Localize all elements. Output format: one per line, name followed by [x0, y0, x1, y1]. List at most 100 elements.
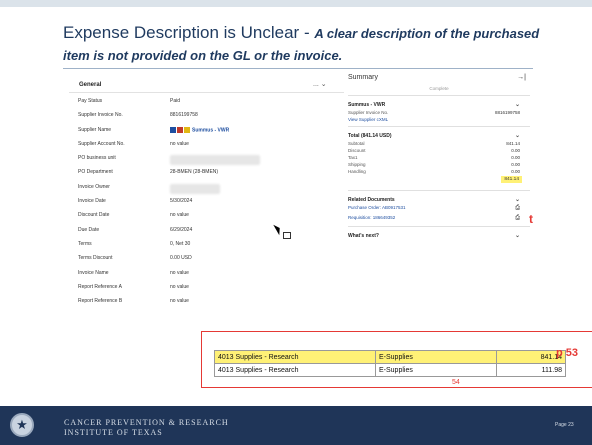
field-row: Discount Date no value: [78, 212, 348, 226]
supplier-section-title[interactable]: Summus - VWR ⌄: [348, 102, 530, 110]
footer-bar: ★ CANCER PREVENTION & RESEARCH INSTITUTE…: [0, 406, 592, 445]
field-row: Supplier Account No. no value: [78, 141, 348, 155]
collapse-panel-icon[interactable]: →|: [517, 74, 526, 81]
field-value: no value: [170, 298, 189, 305]
invoice-label: Supplier Invoice No.: [348, 110, 389, 115]
field-row: Invoice Name no value: [78, 270, 348, 284]
line-value: 841.14: [506, 141, 520, 146]
whats-next-title[interactable]: What's next? ⌄: [348, 233, 530, 241]
whats-next-label: What's next?: [348, 233, 379, 239]
table-row: 4013 Supplies - Research E-Supplies 841.…: [214, 350, 566, 364]
chevron-down-icon[interactable]: ⌄: [515, 132, 520, 139]
slide-title: Expense Description is Unclear - A clear…: [63, 22, 563, 66]
redacted-value: [170, 183, 220, 194]
summary-divider: [348, 190, 530, 191]
status-label: Complete: [429, 86, 449, 91]
related-doc-row: Purchase Order: AB0917531 ⎙: [348, 205, 530, 212]
field-label: PO Department: [78, 169, 113, 176]
line-label: Subtotal: [348, 141, 365, 146]
purchase-order-link[interactable]: Purchase Order: AB0917531: [348, 205, 406, 210]
supplier-logo-icon: [170, 126, 176, 133]
summary-line: Handling 0.00: [348, 169, 530, 176]
field-row: PO Department 28-BMEN (28-BMEN): [78, 169, 348, 183]
redaction-blur: [170, 183, 220, 194]
gl-category: E-Supplies: [375, 350, 497, 364]
gl-description: 4013 Supplies - Research: [214, 363, 376, 377]
field-row: Due Date 6/29/2024: [78, 227, 348, 241]
chevron-down-icon[interactable]: ⌄: [515, 101, 520, 108]
summary-divider: [348, 226, 530, 227]
gl-table: 4013 Supplies - Research E-Supplies 841.…: [214, 350, 566, 377]
field-row: Supplier Name Summus - VWR: [78, 126, 348, 141]
field-row: Report Reference A no value: [78, 284, 348, 298]
field-label: Supplier Account No.: [78, 140, 125, 147]
supplier-logo-icon: [177, 126, 183, 133]
field-value: 6/29/2024: [170, 226, 193, 233]
field-value: 28-BMEN (28-BMEN): [170, 169, 219, 176]
star-icon: ★: [16, 417, 28, 432]
related-docs-label: Related Documents: [348, 197, 395, 203]
field-label: Terms Discount: [78, 255, 113, 262]
field-row: Supplier Invoice No. 8816199758: [78, 112, 348, 126]
field-label: PO business unit: [78, 155, 116, 162]
summary-divider: [348, 126, 530, 127]
summary-line: Subtotal 841.14: [348, 141, 530, 148]
general-menu-button[interactable]: ... ⌄: [313, 80, 327, 88]
field-label: Supplier Invoice No.: [78, 112, 123, 119]
total-section-title[interactable]: Total (841.14 USD) ⌄: [348, 133, 530, 141]
invoice-row: Supplier Invoice No. 8816199758: [348, 110, 530, 117]
annotation-page-54: 54: [452, 379, 460, 386]
field-value: no value: [170, 269, 189, 276]
field-row: Terms Discount 0.00 USD: [78, 255, 348, 269]
requisition-link[interactable]: Requisition: 186649352: [348, 215, 395, 220]
redaction-blur: [170, 155, 260, 166]
line-label: Handling: [348, 169, 366, 174]
line-value: 0.00: [511, 155, 520, 160]
field-row: Invoice Owner: [78, 183, 348, 198]
related-docs-title[interactable]: Related Documents ⌄: [348, 197, 530, 205]
field-row: Pay Status Paid: [78, 98, 348, 112]
field-value: no value: [170, 283, 189, 290]
invoice-value: 8816199758: [494, 110, 520, 115]
field-label: Report Reference B: [78, 298, 123, 305]
field-value: no value: [170, 140, 189, 147]
org-name: CANCER PREVENTION & RESEARCH INSTITUTE O…: [64, 418, 229, 438]
field-value: 8816199758: [170, 112, 198, 119]
org-name-line1: CANCER PREVENTION & RESEARCH: [64, 418, 229, 427]
field-value: no value: [170, 212, 189, 219]
print-icon[interactable]: ⎙: [515, 205, 520, 212]
line-label: Discount: [348, 148, 366, 153]
field-label: Report Reference A: [78, 283, 122, 290]
field-label: Terms: [78, 240, 92, 247]
chevron-down-icon[interactable]: ⌄: [515, 232, 520, 239]
redacted-value: [170, 155, 260, 166]
supplier-name-link[interactable]: Summus - VWR: [192, 127, 229, 133]
cursor-box-icon: [283, 232, 291, 239]
summary-line: Discount 0.00: [348, 148, 530, 155]
view-supplier-cxml-link[interactable]: View Supplier cXML: [348, 117, 530, 122]
line-value: 0.00: [511, 169, 520, 174]
print-icon[interactable]: ⎙: [515, 215, 520, 222]
field-value: 0, Net 30: [170, 240, 191, 247]
field-row: Report Reference B no value: [78, 298, 348, 312]
annotation-page-53: p 53: [556, 347, 579, 359]
chevron-down-icon[interactable]: ⌄: [515, 196, 520, 203]
supplier-logo-icon: [184, 126, 190, 133]
line-value: 0.00: [511, 162, 520, 167]
field-value: 0.00 USD: [170, 255, 192, 262]
line-value: 0.00: [511, 148, 520, 153]
general-section-title: General: [79, 82, 102, 88]
field-label: Supplier Name: [78, 126, 112, 133]
cprit-seal-logo: ★: [10, 413, 34, 437]
total-row: 841.14: [348, 176, 530, 186]
field-value: 5/30/2024: [170, 198, 193, 205]
field-label: Invoice Name: [78, 269, 109, 276]
supplier-name-value[interactable]: Summus - VWR: [170, 126, 229, 133]
field-label: Discount Date: [78, 212, 110, 219]
total-highlight: 841.14: [501, 176, 522, 183]
summary-panel: Summary →| Complete Summus - VWR ⌄ Suppli…: [348, 74, 530, 241]
field-label: Invoice Date: [78, 198, 106, 205]
title-main: Expense Description is Unclear -: [63, 23, 315, 42]
field-value: Paid: [170, 98, 181, 104]
field-row: PO business unit: [78, 155, 348, 169]
